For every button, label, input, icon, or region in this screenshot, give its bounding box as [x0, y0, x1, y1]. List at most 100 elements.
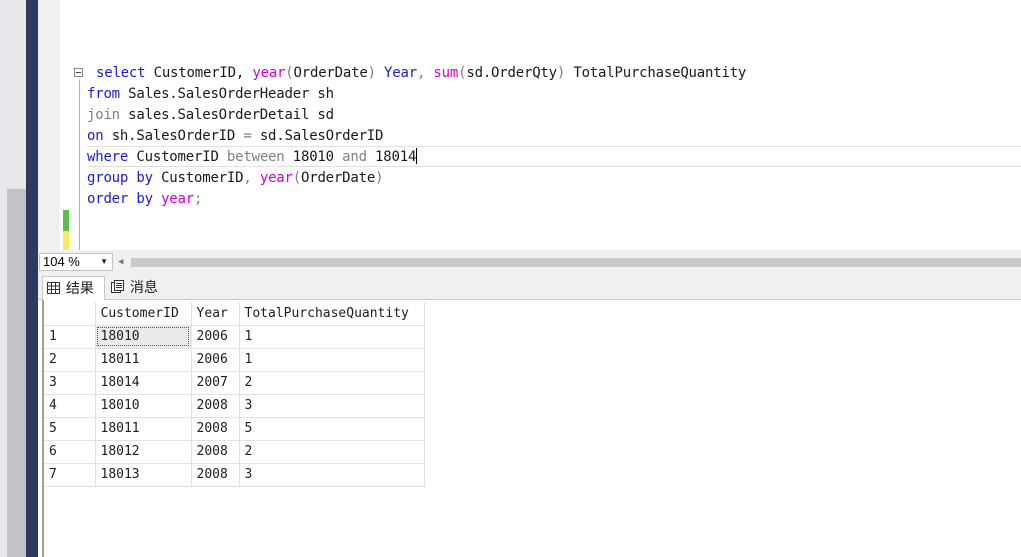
keyword-and: and	[342, 149, 367, 165]
vertical-scrollbar[interactable]	[0, 0, 26, 557]
tab-results-label: 结果	[65, 280, 94, 296]
cell-year[interactable]: 2006	[191, 325, 240, 349]
cell-total[interactable]: 1	[239, 348, 425, 372]
saved-change-marker	[63, 210, 69, 231]
cell-total[interactable]: 3	[239, 463, 425, 487]
vertical-scroll-thumb[interactable]	[7, 189, 26, 557]
keyword-on: on	[87, 128, 104, 144]
grid-header-row: CustomerID Year TotalPurchaseQuantity	[44, 302, 425, 326]
cell-customerid[interactable]: 18011	[95, 417, 192, 441]
row-number[interactable]: 4	[44, 394, 96, 418]
keyword-group: group	[87, 170, 129, 186]
column-header-customerid[interactable]: CustomerID	[95, 302, 192, 326]
scroll-left-icon[interactable]: ◀	[118, 254, 123, 270]
code-line-2: from Sales.SalesOrderHeader sh	[87, 84, 334, 105]
message-icon	[111, 280, 126, 296]
function-year: year	[152, 191, 194, 207]
operator: (	[285, 65, 294, 81]
function-sum: sum	[425, 65, 459, 81]
cell-year[interactable]: 2006	[191, 348, 240, 372]
cell-customerid[interactable]: 18010	[95, 325, 192, 349]
table-row[interactable]: 6 18012 2008 2	[44, 440, 425, 464]
alias-total: TotalPurchaseQuantity	[565, 65, 747, 81]
code-text: sh.SalesOrderID	[103, 128, 244, 144]
code-text: CustomerID	[128, 149, 227, 165]
cell-year[interactable]: 2008	[191, 463, 240, 487]
keyword-by: by	[128, 191, 153, 207]
alias-year: Year	[375, 65, 417, 81]
horizontal-scroll-thumb[interactable]	[131, 258, 1021, 267]
cell-total[interactable]: 5	[239, 417, 425, 441]
operator: ,	[416, 65, 426, 81]
code-fold-guide	[79, 80, 80, 250]
cell-customerid[interactable]: 18014	[95, 371, 192, 395]
cell-year[interactable]: 2008	[191, 440, 240, 464]
cell-total[interactable]: 1	[239, 325, 425, 349]
code-text: 18010	[284, 149, 343, 165]
keyword-by: by	[128, 170, 153, 186]
code-text: sales.SalesOrderDetail sd	[119, 107, 334, 123]
keyword-where: where	[87, 149, 129, 165]
operator: )	[375, 170, 384, 186]
cell-year[interactable]: 2008	[191, 394, 240, 418]
row-number-header[interactable]	[44, 302, 96, 326]
table-row[interactable]: 2 18011 2006 1	[44, 348, 425, 372]
code-line-7: order by year;	[87, 189, 202, 210]
operator: (	[292, 170, 301, 186]
code-text: Sales.SalesOrderHeader sh	[119, 86, 334, 102]
code-line-4: on sh.SalesOrderID = sd.SalesOrderID	[87, 126, 383, 147]
zoom-dropdown[interactable]: 104 % ▼	[39, 253, 113, 271]
cell-total[interactable]: 2	[239, 440, 425, 464]
operator: )	[556, 65, 566, 81]
operator: ,	[243, 170, 252, 186]
cell-total[interactable]: 3	[239, 394, 425, 418]
cell-customerid[interactable]: 18011	[95, 348, 192, 372]
table-row[interactable]: 5 18011 2008 5	[44, 417, 425, 441]
keyword-between: between	[226, 149, 285, 165]
table-row[interactable]: 1 18010 2006 1	[44, 325, 425, 349]
operator: )	[367, 65, 376, 81]
row-number[interactable]: 7	[44, 463, 96, 487]
results-grid[interactable]: CustomerID Year TotalPurchaseQuantity 1 …	[44, 302, 425, 487]
table-row[interactable]: 3 18014 2007 2	[44, 371, 425, 395]
row-number[interactable]: 2	[44, 348, 96, 372]
cell-total[interactable]: 2	[239, 371, 425, 395]
zoom-value: 104 %	[43, 254, 80, 269]
tab-messages[interactable]: 消息	[107, 276, 165, 300]
keyword-select: select	[96, 65, 146, 81]
zoom-bar: 104 % ▼ ◀	[38, 250, 1021, 274]
row-number[interactable]: 1	[44, 325, 96, 349]
code-text: CustomerID,	[145, 65, 253, 81]
table-row[interactable]: 4 18010 2008 3	[44, 394, 425, 418]
cell-customerid[interactable]: 18012	[95, 440, 192, 464]
grid-icon	[47, 281, 62, 297]
row-number[interactable]: 5	[44, 417, 96, 441]
collapse-toggle-icon[interactable]	[74, 68, 83, 77]
cell-year[interactable]: 2008	[191, 417, 240, 441]
chevron-down-icon[interactable]: ▼	[100, 254, 108, 270]
text-caret	[416, 148, 418, 164]
tab-results[interactable]: 结果	[42, 276, 105, 300]
keyword-join: join	[87, 107, 120, 123]
tab-messages-label: 消息	[129, 279, 158, 295]
keyword-order: order	[87, 191, 129, 207]
code-line-5: where CustomerID between 18010 and 18014	[87, 147, 418, 168]
function-year: year	[252, 65, 286, 81]
function-year: year	[251, 170, 293, 186]
keyword-from: from	[87, 86, 120, 102]
code-text: sd.OrderQty	[466, 65, 557, 81]
code-line-6: group by CustomerID, year(OrderDate)	[87, 168, 384, 189]
results-tab-strip: 结果 消息	[38, 274, 1021, 300]
editor-margin	[38, 0, 60, 250]
row-number[interactable]: 3	[44, 371, 96, 395]
cell-year[interactable]: 2007	[191, 371, 240, 395]
code-text: OrderDate	[301, 170, 376, 186]
cell-customerid[interactable]: 18013	[95, 463, 192, 487]
code-text: CustomerID	[152, 170, 244, 186]
column-header-year[interactable]: Year	[191, 302, 240, 326]
row-number[interactable]: 6	[44, 440, 96, 464]
cell-customerid[interactable]: 18010	[95, 394, 192, 418]
column-header-totalpurchasequantity[interactable]: TotalPurchaseQuantity	[239, 302, 425, 326]
table-row[interactable]: 7 18013 2008 3	[44, 463, 425, 487]
code-text: 18014	[366, 149, 417, 165]
